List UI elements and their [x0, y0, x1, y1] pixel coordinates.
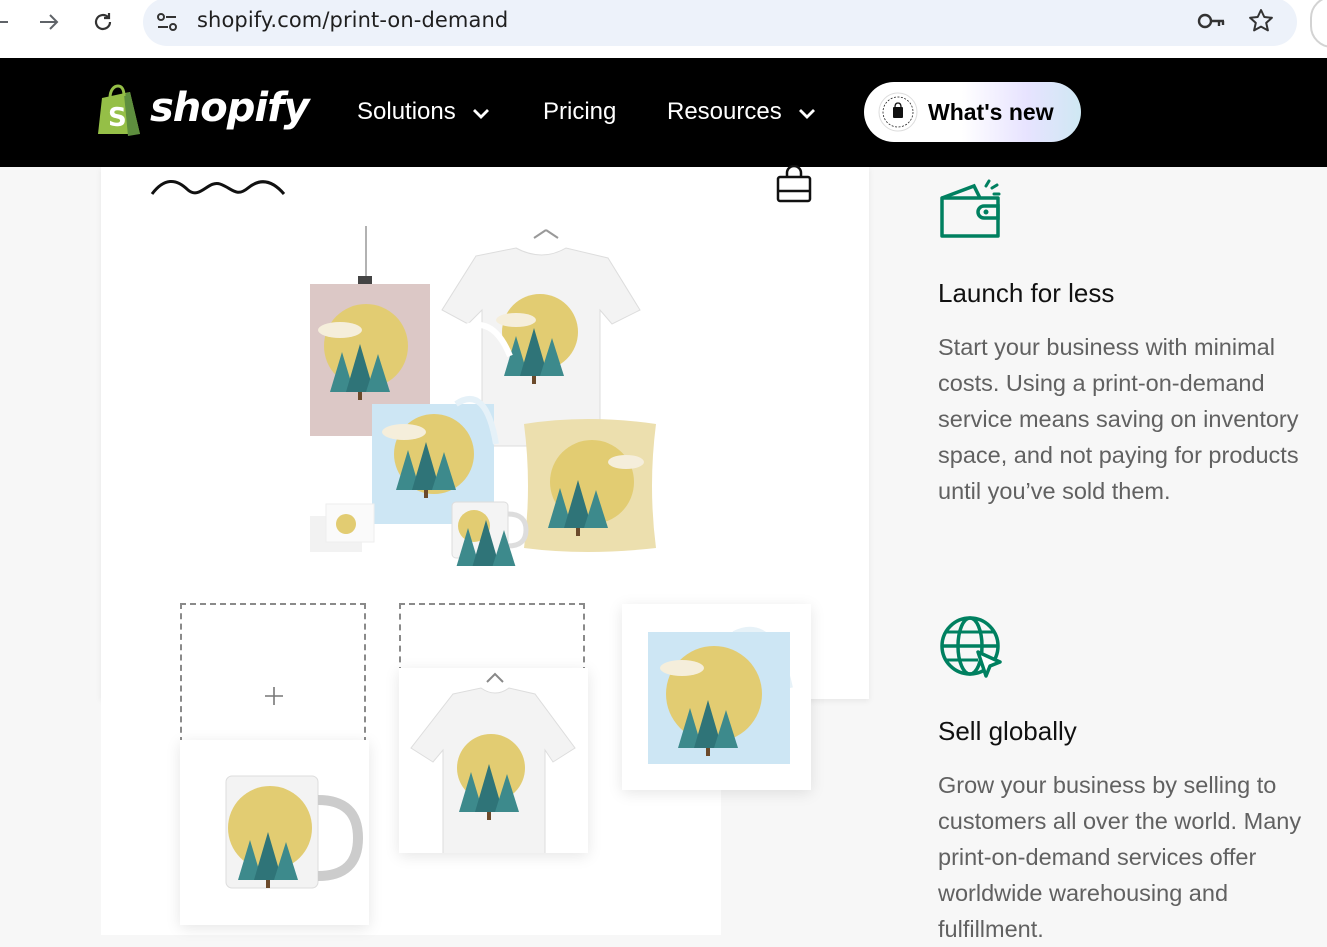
- nav-resources-label: Resources: [667, 98, 782, 125]
- plus-icon[interactable]: [264, 686, 284, 706]
- feature-title: Launch for less: [938, 278, 1115, 308]
- chevron-down-icon: [798, 108, 815, 119]
- feature-title: Sell globally: [938, 716, 1077, 746]
- logo-wordmark: shopify: [150, 85, 310, 131]
- tshirt-image: [410, 672, 576, 865]
- nav-solutions-label: Solutions: [357, 98, 456, 125]
- nav-solutions[interactable]: Solutions: [357, 98, 490, 126]
- star-icon[interactable]: [1248, 8, 1274, 39]
- key-icon[interactable]: [1197, 9, 1227, 38]
- feature-description: Start your business with minimal costs. …: [938, 334, 1299, 504]
- site-header: S shopify Solutions Pricing Resources Wh…: [0, 58, 1327, 167]
- browser-toolbar: shopify.com/print-on-demand: [0, 0, 1327, 58]
- url-text[interactable]: shopify.com/print-on-demand: [197, 8, 508, 32]
- chevron-down-icon: [472, 108, 489, 119]
- empty-product-slot[interactable]: [180, 603, 366, 743]
- svg-text:S: S: [108, 103, 127, 133]
- site-info-icon[interactable]: [155, 10, 179, 34]
- wallet-icon: [940, 179, 1001, 238]
- nav-resources[interactable]: Resources: [667, 98, 816, 126]
- reload-icon[interactable]: [88, 7, 118, 37]
- shopping-bag-logo-icon: S: [98, 84, 140, 136]
- whats-new-button[interactable]: What's new: [864, 82, 1081, 142]
- editions-badge-icon: [878, 92, 918, 132]
- mug-image: [225, 775, 364, 889]
- tshirt-product-card[interactable]: [399, 668, 588, 865]
- address-bar[interactable]: shopify.com/print-on-demand: [143, 0, 1297, 46]
- squiggle-decoration: [150, 180, 286, 195]
- forward-arrow-icon[interactable]: [34, 7, 64, 37]
- back-arrow-icon[interactable]: [0, 7, 14, 37]
- product-collage-image: [310, 226, 656, 566]
- tote-product-card[interactable]: [622, 604, 811, 790]
- nav-pricing-label: Pricing: [543, 98, 617, 125]
- tote-bag-image: [648, 626, 793, 764]
- feature-description: Grow your business by selling to custome…: [938, 772, 1302, 942]
- whats-new-label: What's new: [928, 98, 1054, 125]
- profile-button[interactable]: [1310, 0, 1327, 48]
- shopify-logo[interactable]: S shopify: [96, 84, 310, 138]
- globe-cursor-icon: [940, 616, 1002, 678]
- empty-product-slot[interactable]: [399, 603, 585, 673]
- nav-pricing[interactable]: Pricing: [543, 98, 616, 126]
- shopping-bag-icon: [776, 165, 812, 203]
- mug-product-card[interactable]: [180, 740, 369, 925]
